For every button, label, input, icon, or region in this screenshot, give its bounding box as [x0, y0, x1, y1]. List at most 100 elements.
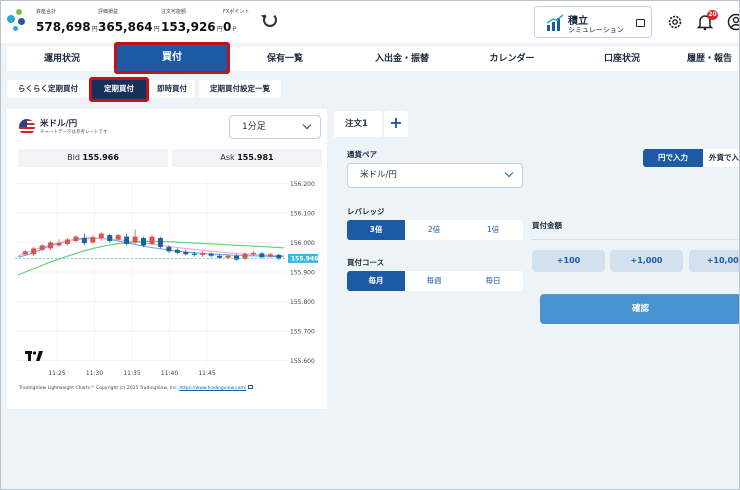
tradingview-logo-icon[interactable] [25, 351, 43, 364]
stat-value: 153,926 [161, 20, 216, 34]
x-tick-label: 11:30 [86, 370, 103, 377]
chevron-down-icon [170, 75, 180, 85]
segment-label: 3倍 [369, 225, 383, 234]
y-tick-label: 156.000 [290, 240, 315, 247]
brand-logo-icon[interactable] [7, 9, 27, 33]
chevron-down-icon [302, 120, 312, 130]
ask-value: 155.981 [237, 153, 274, 162]
add-100-button[interactable]: +100 [532, 250, 605, 272]
segment-label: 毎日 [485, 276, 501, 285]
toggle-label: 円で入力 [658, 153, 688, 162]
candle-body [90, 237, 96, 243]
header-bar: 資産合計 578,698円 評価損益 365,864円 注文可能額 153,92… [1, 1, 740, 43]
ask-quote: Ask 155.981 [172, 149, 322, 167]
credit-text: TradingView Lightweight Charts™ Copyrigh… [19, 386, 178, 391]
price-chart[interactable]: 156.200 156.100 156.000 155.900 155.800 155.7… [7, 175, 327, 385]
candle-body [234, 255, 240, 260]
stat-value: 0 [223, 20, 232, 34]
confirm-button[interactable]: 確認 [540, 294, 739, 324]
pair-select[interactable]: 米ドル/円 [347, 163, 523, 188]
app-frame: 資産合計 578,698円 評価損益 365,864円 注文可能額 153,92… [0, 0, 740, 490]
nav-item-account-status[interactable]: 口座状況 [572, 47, 672, 71]
course-monthly[interactable]: 毎月 [347, 271, 405, 291]
nav-label: 履歴・報告 [687, 54, 733, 64]
nav-label: カレンダー [489, 54, 535, 64]
candle-body [124, 236, 130, 244]
stat-value: 365,864 [98, 20, 153, 34]
candle-body [56, 243, 62, 246]
segment-label: 毎月 [368, 276, 384, 285]
candle-body [174, 249, 180, 253]
y-tick-label: 155.600 [290, 358, 315, 365]
pair-select-value: 米ドル/円 [360, 170, 397, 180]
stat-available: 注文可能額 153,926円 [161, 8, 223, 35]
nav-item-overview[interactable]: 運用状況 [7, 47, 117, 71]
stat-unit: 円 [91, 26, 98, 33]
y-tick-label: 155.800 [290, 299, 315, 306]
stat-unit: 円 [153, 26, 160, 33]
subnav-easy-recurring[interactable]: らくらく定期買付 [7, 80, 89, 98]
credit-link[interactable]: https://www.tradingview.com/ [179, 386, 246, 391]
savings-simulation-button[interactable]: 積立 シミュレーション [534, 6, 652, 38]
y-tick-label: 156.100 [290, 210, 315, 217]
stat-value: 578,698 [36, 20, 91, 34]
candle-body [48, 242, 54, 249]
chart-panel: 米ドル/円 チャートデータは参考レートです 1分足 Bid 155.966 As… [7, 109, 327, 409]
nav-label: 保有一覧 [266, 54, 303, 64]
nav-item-calendar[interactable]: カレンダー [462, 47, 562, 71]
nav-item-history[interactable]: 履歴・報告 [679, 47, 739, 71]
stat-label: FXポイント [223, 9, 250, 15]
bid-label: Bid [67, 153, 80, 162]
last-price-label: 155.946 [291, 256, 318, 263]
pair-label: 通貨ペア [347, 150, 377, 159]
timeframe-value: 1分足 [242, 122, 266, 132]
settings-gear-icon[interactable] [666, 13, 684, 31]
course-daily[interactable]: 毎日 [463, 271, 523, 291]
course-weekly[interactable]: 毎週 [405, 271, 463, 291]
segment-label: 2倍 [427, 225, 441, 234]
leverage-label: レバレッジ [347, 207, 385, 216]
candle-body [107, 235, 113, 241]
candle-body [98, 233, 104, 239]
candle-body [81, 238, 87, 244]
account-icon[interactable] [727, 13, 740, 31]
candle-body [225, 255, 231, 258]
add-tab-button[interactable]: + [384, 111, 408, 137]
plus-icon: + [389, 113, 403, 132]
order-tab-label: 注文1 [345, 119, 368, 129]
subnav-label: らくらく定期買付 [18, 84, 78, 93]
add-10000-button[interactable]: +10,000 [689, 250, 739, 272]
subnav-recurring-active[interactable]: 定期買付 [89, 77, 149, 102]
order-tab-1[interactable]: 注文1 [334, 111, 382, 137]
chart-reference-note: チャートデータは参考レートです [40, 130, 108, 135]
candle-body [157, 238, 163, 247]
refresh-icon[interactable] [263, 13, 277, 27]
stat-unit: 円 [216, 26, 223, 33]
add-1000-button[interactable]: +1,000 [610, 250, 683, 272]
candle-body [267, 254, 273, 257]
candle-body [183, 251, 189, 255]
timeframe-select[interactable]: 1分足 [229, 115, 321, 139]
sim-subtitle: シミュレーション [568, 26, 624, 34]
nav-item-holdings[interactable]: 保有一覧 [237, 47, 333, 71]
nav-item-deposit[interactable]: 入出金・振替 [347, 47, 457, 71]
leverage-3x[interactable]: 3倍 [347, 220, 405, 240]
x-tick-label: 11:35 [123, 370, 140, 377]
stat-unit: P [232, 26, 236, 33]
leverage-1x[interactable]: 1倍 [463, 220, 523, 240]
ask-label: Ask [220, 153, 235, 162]
candle-body [39, 245, 45, 250]
input-foreign-toggle[interactable]: 外貨で入力 [703, 149, 739, 167]
course-label: 買付コース [347, 258, 385, 267]
input-jpy-toggle[interactable]: 円で入力 [643, 149, 703, 167]
candle-body [250, 252, 256, 255]
leverage-2x[interactable]: 2倍 [405, 220, 463, 240]
candle-body [31, 248, 37, 255]
us-flag-icon [19, 119, 35, 135]
bid-quote: Bid 155.966 [18, 149, 168, 167]
nav-item-buy-active[interactable]: 買付 [114, 42, 230, 85]
subnav-label: 定期買付 [104, 84, 134, 93]
external-link-icon[interactable] [247, 385, 253, 389]
candle-body [115, 235, 121, 240]
stat-fx-points: FXポイント 0P [223, 8, 249, 35]
